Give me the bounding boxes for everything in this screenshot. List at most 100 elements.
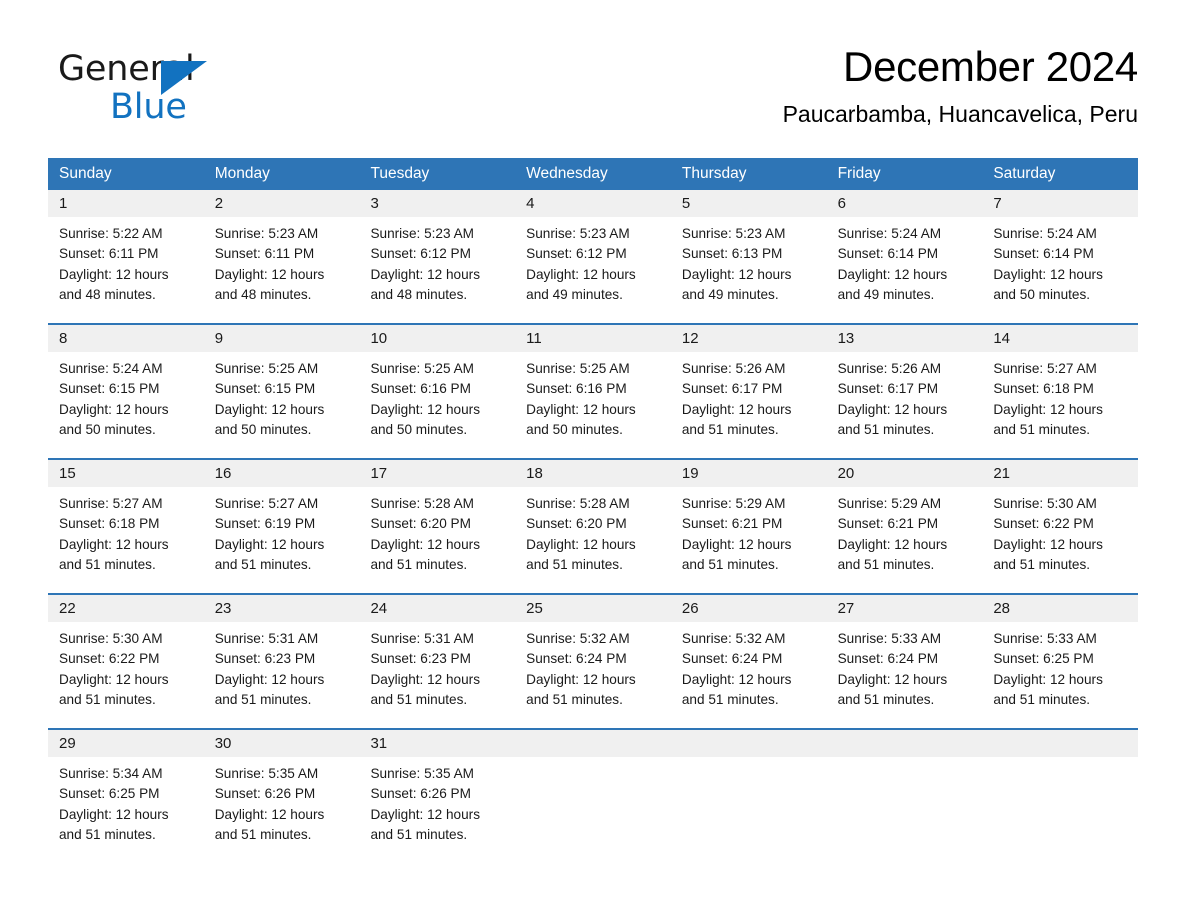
daylight-text: Daylight: 12 hours and 51 minutes. [526, 536, 636, 572]
daylight-text: Daylight: 12 hours and 50 minutes. [370, 401, 481, 437]
day-number: 11 [515, 325, 671, 352]
day-cell[interactable]: 2 Sunrise: 5:23 AM Sunset: 6:11 PM Dayli… [203, 190, 360, 323]
day-cell[interactable]: 14 Sunrise: 5:27 AM Sunset: 6:18 PM Dayl… [982, 325, 1139, 458]
day-number: 10 [359, 325, 516, 352]
day-cell[interactable]: 22 Sunrise: 5:30 AM Sunset: 6:22 PM Dayl… [48, 595, 204, 728]
day-number: 2 [203, 190, 360, 217]
daylight-text: Daylight: 12 hours and 49 minutes. [837, 266, 948, 302]
sunrise-text: Sunrise: 5:25 AM [526, 361, 630, 376]
daylight-text: Daylight: 12 hours and 50 minutes. [526, 401, 636, 437]
daylight-text: Daylight: 12 hours and 51 minutes. [370, 806, 481, 842]
day-cell[interactable]: 9 Sunrise: 5:25 AM Sunset: 6:15 PM Dayli… [203, 325, 360, 458]
daylight-text: Daylight: 12 hours and 51 minutes. [214, 806, 325, 842]
sunrise-text: Sunrise: 5:33 AM [993, 631, 1097, 646]
general-blue-logo[interactable]: General Blue [58, 52, 258, 140]
daylight-text: Daylight: 12 hours and 51 minutes. [370, 536, 481, 572]
sunrise-text: Sunrise: 5:35 AM [214, 766, 319, 781]
sunrise-text: Sunrise: 5:27 AM [59, 496, 163, 511]
daylight-text: Daylight: 12 hours and 51 minutes. [993, 401, 1103, 437]
day-number [826, 730, 983, 757]
day-info: Sunrise: 5:32 AM Sunset: 6:24 PM Dayligh… [515, 622, 671, 710]
sunset-text: Sunset: 6:11 PM [59, 246, 159, 262]
day-cell[interactable]: 11 Sunrise: 5:25 AM Sunset: 6:16 PM Dayl… [515, 325, 671, 458]
sunrise-text: Sunrise: 5:34 AM [59, 766, 163, 781]
day-cell[interactable]: 21 Sunrise: 5:30 AM Sunset: 6:22 PM Dayl… [982, 460, 1139, 593]
sunrise-text: Sunrise: 5:24 AM [993, 226, 1097, 241]
sunset-text: Sunset: 6:11 PM [214, 246, 315, 262]
sunrise-text: Sunrise: 5:26 AM [681, 361, 786, 376]
day-cell[interactable]: 7 Sunrise: 5:24 AM Sunset: 6:14 PM Dayli… [982, 190, 1139, 323]
day-cell[interactable]: 23 Sunrise: 5:31 AM Sunset: 6:23 PM Dayl… [203, 595, 360, 728]
sunrise-text: Sunrise: 5:35 AM [370, 766, 474, 781]
day-number: 27 [826, 595, 983, 622]
day-cell[interactable]: 17 Sunrise: 5:28 AM Sunset: 6:20 PM Dayl… [359, 460, 516, 593]
sunrise-text: Sunrise: 5:28 AM [526, 496, 630, 511]
day-cell[interactable]: 6 Sunrise: 5:24 AM Sunset: 6:14 PM Dayli… [826, 190, 983, 323]
day-cell[interactable]: 25 Sunrise: 5:32 AM Sunset: 6:24 PM Dayl… [515, 595, 671, 728]
sunset-text: Sunset: 6:24 PM [526, 651, 627, 667]
day-number [670, 730, 827, 757]
day-cell[interactable]: 20 Sunrise: 5:29 AM Sunset: 6:21 PM Dayl… [826, 460, 983, 593]
day-cell[interactable]: 12 Sunrise: 5:26 AM Sunset: 6:17 PM Dayl… [670, 325, 827, 458]
day-cell[interactable]: 3 Sunrise: 5:23 AM Sunset: 6:12 PM Dayli… [359, 190, 516, 323]
day-cell[interactable]: 27 Sunrise: 5:33 AM Sunset: 6:24 PM Dayl… [826, 595, 983, 728]
calendar-grid: Sunday Monday Tuesday Wednesday Thursday… [48, 158, 1139, 863]
day-info: Sunrise: 5:32 AM Sunset: 6:24 PM Dayligh… [671, 622, 827, 710]
sunset-text: Sunset: 6:26 PM [370, 786, 471, 802]
day-info: Sunrise: 5:28 AM Sunset: 6:20 PM Dayligh… [515, 487, 671, 575]
day-info: Sunrise: 5:23 AM Sunset: 6:13 PM Dayligh… [671, 217, 827, 305]
week-row: 1 Sunrise: 5:22 AM Sunset: 6:11 PM Dayli… [48, 190, 1139, 323]
day-cell[interactable]: 26 Sunrise: 5:32 AM Sunset: 6:24 PM Dayl… [670, 595, 827, 728]
day-cell[interactable]: 15 Sunrise: 5:27 AM Sunset: 6:18 PM Dayl… [48, 460, 204, 593]
sunset-text: Sunset: 6:21 PM [837, 516, 939, 532]
daylight-text: Daylight: 12 hours and 51 minutes. [59, 536, 169, 572]
sunrise-text: Sunrise: 5:23 AM [681, 226, 786, 241]
day-cell[interactable]: 19 Sunrise: 5:29 AM Sunset: 6:21 PM Dayl… [670, 460, 827, 593]
sunset-text: Sunset: 6:12 PM [526, 246, 627, 262]
day-cell[interactable]: 10 Sunrise: 5:25 AM Sunset: 6:16 PM Dayl… [359, 325, 516, 458]
day-cell[interactable]: 16 Sunrise: 5:27 AM Sunset: 6:19 PM Dayl… [203, 460, 360, 593]
sunset-text: Sunset: 6:17 PM [837, 381, 939, 397]
day-cell[interactable]: 4 Sunrise: 5:23 AM Sunset: 6:12 PM Dayli… [515, 190, 671, 323]
sunset-text: Sunset: 6:14 PM [993, 246, 1094, 262]
day-cell[interactable]: 18 Sunrise: 5:28 AM Sunset: 6:20 PM Dayl… [515, 460, 671, 593]
sunset-text: Sunset: 6:16 PM [526, 381, 627, 397]
sunrise-text: Sunrise: 5:30 AM [59, 631, 163, 646]
week-row: 8 Sunrise: 5:24 AM Sunset: 6:15 PM Dayli… [48, 323, 1139, 458]
weekday-header-tuesday: Tuesday [370, 165, 430, 182]
week-row: 22 Sunrise: 5:30 AM Sunset: 6:22 PM Dayl… [48, 593, 1139, 728]
sunrise-text: Sunrise: 5:33 AM [837, 631, 942, 646]
day-info: Sunrise: 5:31 AM Sunset: 6:23 PM Dayligh… [204, 622, 360, 710]
sunset-text: Sunset: 6:24 PM [681, 651, 783, 667]
day-number [982, 730, 1139, 757]
sunset-text: Sunset: 6:18 PM [59, 516, 160, 532]
day-info: Sunrise: 5:25 AM Sunset: 6:16 PM Dayligh… [359, 352, 515, 440]
sunset-text: Sunset: 6:14 PM [837, 246, 939, 262]
day-info: Sunrise: 5:35 AM Sunset: 6:26 PM Dayligh… [359, 757, 515, 845]
weekday-header-wednesday: Wednesday [526, 165, 608, 182]
day-cell-empty [515, 730, 671, 863]
day-cell[interactable]: 5 Sunrise: 5:23 AM Sunset: 6:13 PM Dayli… [670, 190, 827, 323]
weekday-header-friday: Friday [837, 165, 881, 182]
day-info: Sunrise: 5:34 AM Sunset: 6:25 PM Dayligh… [48, 757, 204, 845]
sunset-text: Sunset: 6:20 PM [370, 516, 471, 532]
day-cell[interactable]: 1 Sunrise: 5:22 AM Sunset: 6:11 PM Dayli… [48, 190, 204, 323]
page-title: December 2024 [843, 43, 1138, 90]
daylight-text: Daylight: 12 hours and 51 minutes. [837, 671, 948, 707]
day-number: 24 [359, 595, 516, 622]
day-cell[interactable]: 8 Sunrise: 5:24 AM Sunset: 6:15 PM Dayli… [48, 325, 204, 458]
day-cell[interactable]: 30 Sunrise: 5:35 AM Sunset: 6:26 PM Dayl… [203, 730, 360, 863]
day-cell[interactable]: 31 Sunrise: 5:35 AM Sunset: 6:26 PM Dayl… [359, 730, 516, 863]
day-number: 29 [48, 730, 204, 757]
day-cell[interactable]: 28 Sunrise: 5:33 AM Sunset: 6:25 PM Dayl… [982, 595, 1139, 728]
day-info: Sunrise: 5:31 AM Sunset: 6:23 PM Dayligh… [359, 622, 515, 710]
day-cell[interactable]: 24 Sunrise: 5:31 AM Sunset: 6:23 PM Dayl… [359, 595, 516, 728]
week-row: 29 Sunrise: 5:34 AM Sunset: 6:25 PM Dayl… [48, 728, 1139, 863]
weekday-header-saturday: Saturday [993, 165, 1056, 182]
daylight-text: Daylight: 12 hours and 51 minutes. [993, 536, 1103, 572]
day-cell[interactable]: 29 Sunrise: 5:34 AM Sunset: 6:25 PM Dayl… [48, 730, 204, 863]
day-info: Sunrise: 5:24 AM Sunset: 6:14 PM Dayligh… [982, 217, 1138, 305]
day-info: Sunrise: 5:22 AM Sunset: 6:11 PM Dayligh… [48, 217, 204, 305]
day-cell[interactable]: 13 Sunrise: 5:26 AM Sunset: 6:17 PM Dayl… [826, 325, 983, 458]
sunset-text: Sunset: 6:24 PM [837, 651, 939, 667]
